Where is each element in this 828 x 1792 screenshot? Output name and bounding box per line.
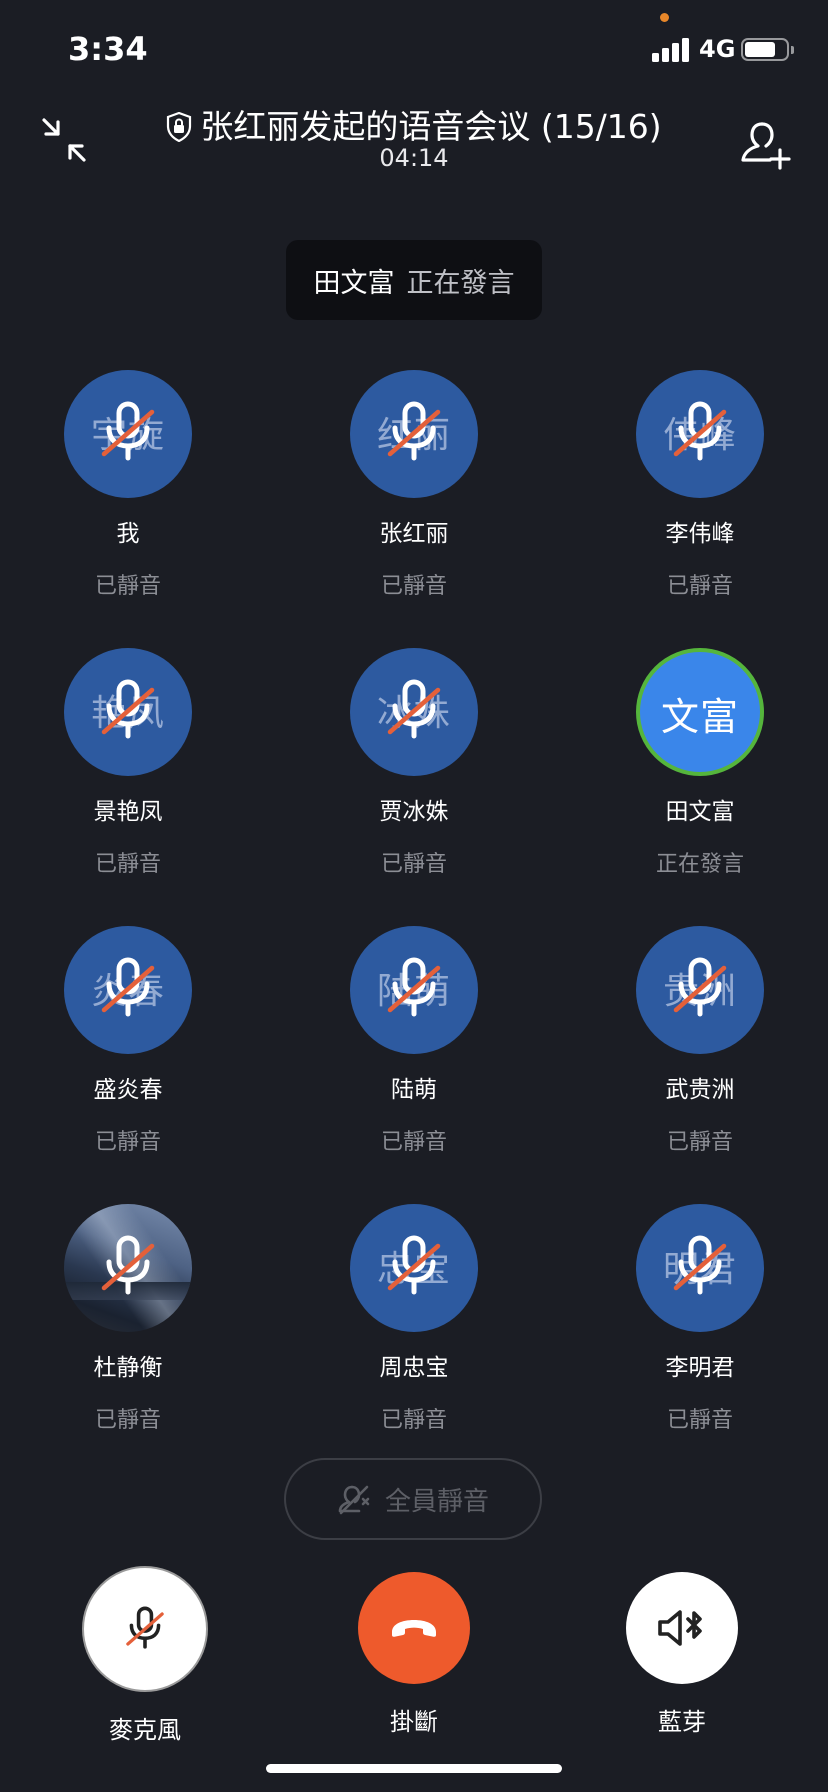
participant-status: 已靜音 [380,1408,447,1433]
meeting-title-row: 张红丽发起的语音会议 (15/16) [0,100,828,148]
voice-meeting-screen: 3:34 4G 张红丽发起的语音会议 (15/16) 04:14 田文富 正在發… [0,0,828,1792]
avatar: 明君 [636,1204,764,1332]
muted-mic-icon [126,1606,164,1649]
muted-mic-icon [673,957,727,1017]
hangup-phone-icon [392,1620,436,1637]
speaker-name: 田文富 [313,267,395,299]
participant-name: 景艳凤 [93,799,163,825]
bluetooth-control[interactable]: 藍芽 [620,1572,744,1737]
bluetooth-button[interactable] [626,1572,738,1684]
participant-status: 已靜音 [380,574,447,599]
add-participant-button[interactable] [736,116,792,172]
participant-tile[interactable]: 艳凤 景艳凤 已靜音 [28,648,228,878]
participant-name: 杜静衡 [93,1355,163,1381]
participant-name: 陆萌 [391,1077,437,1103]
muted-mic-icon [673,1235,727,1295]
participant-status: 已靜音 [666,1130,733,1155]
mute-all-label: 全員靜音 [384,1486,489,1517]
avatar: 宇旋 [64,370,192,498]
avatar: 陆萌 [350,926,478,1054]
avatar: 贵洲 [636,926,764,1054]
status-time: 3:34 [68,30,148,68]
avatar: 忠宝 [350,1204,478,1332]
participant-name: 张红丽 [379,521,449,547]
participant-status: 已靜音 [380,852,447,877]
muted-mic-icon [387,957,441,1017]
participant-tile[interactable]: 红丽 张红丽 已靜音 [314,370,514,600]
recording-dot [660,13,669,22]
microphone-button[interactable] [82,1566,208,1692]
participant-name: 盛炎春 [93,1077,163,1103]
muted-mic-icon [387,679,441,739]
participant-tile[interactable]: 杜静衡 已靜音 [28,1204,228,1434]
participant-tile[interactable]: 冰姝 贾冰姝 已靜音 [314,648,514,878]
participant-tile[interactable]: 宇旋 我 已靜音 [28,370,228,600]
avatar-speaking: 文富 [636,648,764,776]
participant-tile[interactable]: 文富 田文富 正在發言 [600,648,800,878]
avatar: 冰姝 [350,648,478,776]
participant-name: 周忠宝 [379,1355,449,1381]
participant-name: 田文富 [665,799,735,825]
participant-status: 已靜音 [94,574,161,599]
avatar-photo [64,1204,192,1332]
network-type: 4G [699,35,736,63]
hangup-control[interactable]: 掛斷 [352,1572,476,1737]
meeting-timer: 04:14 [379,144,449,172]
participant-tile[interactable]: 贵洲 武贵洲 已靜音 [600,926,800,1156]
avatar: 伟峰 [636,370,764,498]
hangup-label: 掛斷 [390,1708,438,1736]
muted-mic-icon [101,1235,155,1295]
participant-name: 我 [116,521,140,547]
microphone-label: 麥克風 [109,1716,181,1744]
participant-status: 已靜音 [666,574,733,599]
participant-tile[interactable]: 炎春 盛炎春 已靜音 [28,926,228,1156]
meeting-title: 张红丽发起的语音会议 (15/16) [200,107,662,146]
participant-tile[interactable]: 伟峰 李伟峰 已靜音 [600,370,800,600]
participant-name: 李伟峰 [665,521,735,547]
home-indicator[interactable] [266,1764,562,1773]
mute-all-icon [338,1485,370,1515]
muted-mic-icon [101,401,155,461]
mute-all-button[interactable]: 全員靜音 [284,1458,542,1540]
participant-status: 正在發言 [655,852,744,877]
avatar: 艳凤 [64,648,192,776]
bluetooth-speaker-icon [658,1610,702,1646]
participant-name: 武贵洲 [665,1077,735,1103]
signal-icon [652,38,692,62]
participant-status: 已靜音 [94,852,161,877]
participant-tile[interactable]: 忠宝 周忠宝 已靜音 [314,1204,514,1434]
muted-mic-icon [387,1235,441,1295]
muted-mic-icon [387,401,441,461]
microphone-control[interactable]: 麥克風 [78,1566,212,1745]
muted-mic-icon [673,401,727,461]
speaker-status: 正在發言 [406,267,515,299]
add-user-icon [741,122,791,170]
muted-mic-icon [101,679,155,739]
participant-status: 已靜音 [380,1130,447,1155]
hangup-button[interactable] [358,1572,470,1684]
avatar: 炎春 [64,926,192,1054]
shield-lock-icon [167,112,192,142]
muted-mic-icon [101,957,155,1017]
bluetooth-label: 藍芽 [658,1708,706,1736]
participant-tile[interactable]: 明君 李明君 已靜音 [600,1204,800,1434]
participant-name: 贾冰姝 [379,799,449,825]
participant-tile[interactable]: 陆萌 陆萌 已靜音 [314,926,514,1156]
participant-name: 李明君 [665,1355,735,1381]
participant-status: 已靜音 [666,1408,733,1433]
battery-icon [741,38,794,61]
avatar: 红丽 [350,370,478,498]
participant-status: 已靜音 [94,1408,161,1433]
participant-status: 已靜音 [94,1130,161,1155]
speaking-banner: 田文富 正在發言 [286,240,542,320]
